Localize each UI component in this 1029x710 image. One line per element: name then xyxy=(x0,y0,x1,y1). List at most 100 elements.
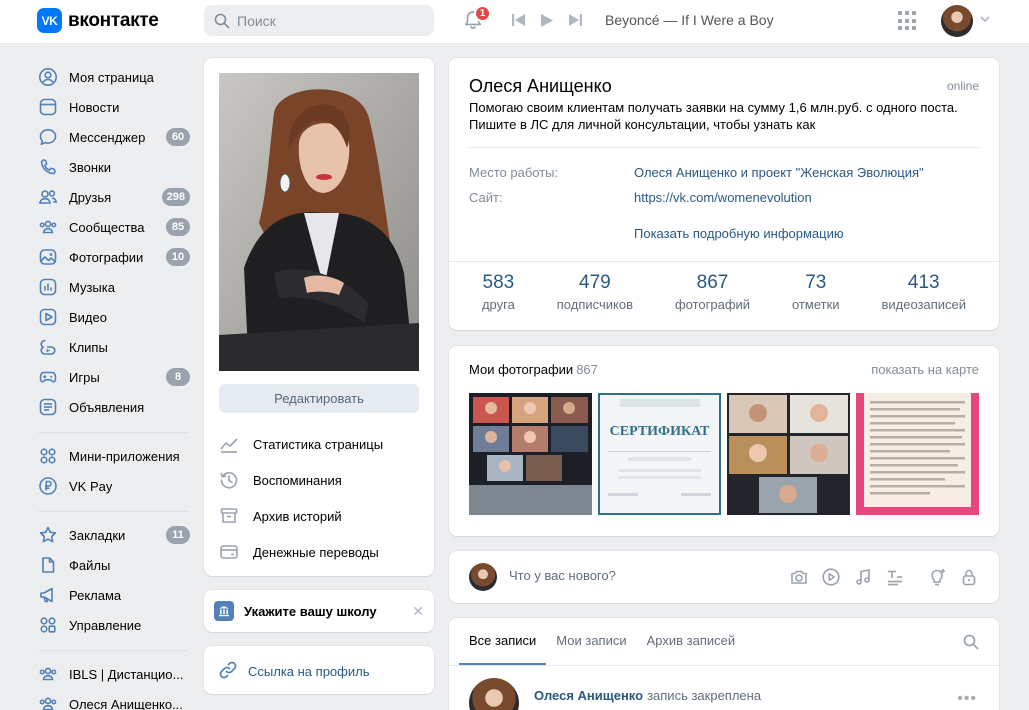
nav-item-games[interactable]: Игры 8 xyxy=(38,362,198,392)
attach-article-button[interactable] xyxy=(885,567,905,587)
chevron-down-icon[interactable] xyxy=(980,16,990,23)
site-link[interactable]: https://vk.com/womenevolution xyxy=(634,190,812,205)
photo-thumbnail[interactable] xyxy=(856,393,979,515)
nav-label: Звонки xyxy=(69,159,111,175)
more-options-icon[interactable]: ••• xyxy=(957,690,977,708)
nav-item-group-olesya[interactable]: Олеся Анищенко... xyxy=(38,689,198,710)
group-icon xyxy=(38,694,58,710)
attach-video-button[interactable] xyxy=(821,567,841,587)
photos-header[interactable]: Мои фотографии 867 xyxy=(469,362,598,377)
memories-link[interactable]: Воспоминания xyxy=(219,462,419,498)
tab-all-posts[interactable]: Все записи xyxy=(459,618,547,665)
money-transfers-link[interactable]: Денежные переводы xyxy=(219,534,419,570)
nav-label: Объявления xyxy=(69,399,145,415)
nav-item-my-page[interactable]: Моя страница xyxy=(38,62,198,92)
side-link-label: Воспоминания xyxy=(253,472,342,488)
profile-link-card[interactable]: Ссылка на профиль xyxy=(204,646,434,694)
top-header: VK вконтакте 1 Beyoncé — If I Were a Boy xyxy=(0,0,1029,44)
search-icon[interactable] xyxy=(963,634,979,650)
vk-logo[interactable]: VK вконтакте xyxy=(37,8,159,33)
header-avatar[interactable] xyxy=(941,5,973,37)
work-link[interactable]: Олеся Анищенко и проект "Женская Эволюци… xyxy=(634,165,924,180)
play-button[interactable] xyxy=(540,12,554,28)
nav-item-ads[interactable]: Реклама xyxy=(38,580,198,610)
tab-my-posts[interactable]: Мои записи xyxy=(546,618,636,665)
mood-button[interactable] xyxy=(927,567,947,587)
current-track-title[interactable]: Beyoncé — If I Were a Boy xyxy=(605,12,774,28)
search-input[interactable] xyxy=(237,12,427,29)
stories-archive-link[interactable]: Архив историй xyxy=(219,498,419,534)
counter-friends[interactable]: 583 друга xyxy=(482,272,515,312)
post-author-avatar[interactable] xyxy=(469,678,519,710)
nav-divider xyxy=(38,511,188,512)
nav-item-music[interactable]: Музыка xyxy=(38,272,198,302)
counters-divider xyxy=(449,261,999,262)
gamepad-icon xyxy=(38,367,58,387)
nav-item-photos[interactable]: Фотографии 10 xyxy=(38,242,198,272)
lightbulb-plus-icon xyxy=(931,569,945,586)
vk-logo-text: вконтакте xyxy=(68,9,159,31)
profile-side-links: Статистика страницы Воспоминания Архив и… xyxy=(219,426,419,570)
nav-label: Моя страница xyxy=(69,69,154,85)
counter-followers[interactable]: 479 подписчиков xyxy=(557,272,633,312)
photo-thumbnail[interactable] xyxy=(469,393,592,515)
nav-label: Реклама xyxy=(69,587,122,603)
newspaper-icon xyxy=(38,97,58,117)
counter-videos[interactable]: 413 видеозаписей xyxy=(881,272,966,312)
nav-item-calls[interactable]: Звонки xyxy=(38,152,198,182)
nav-item-management[interactable]: Управление xyxy=(38,610,198,640)
certificate-photo-thumbnail[interactable]: СЕРТИФИКАТ xyxy=(598,393,721,515)
games-count-badge: 8 xyxy=(166,368,190,386)
page-stats-link[interactable]: Статистика страницы xyxy=(219,426,419,462)
notifications-button[interactable]: 1 xyxy=(462,5,491,33)
counter-photos[interactable]: 867 фотографий xyxy=(675,272,750,312)
edit-profile-button[interactable]: Редактировать xyxy=(219,384,419,413)
attach-photo-button[interactable] xyxy=(789,567,809,587)
camera-icon xyxy=(791,570,807,584)
site-row: Сайт: https://vk.com/womenevolution xyxy=(469,190,812,205)
new-post-input[interactable] xyxy=(509,568,709,583)
audio-player xyxy=(512,12,596,28)
add-school-card[interactable]: Укажите вашу школу ✕ xyxy=(204,590,434,632)
apps-grid-icon[interactable] xyxy=(898,11,918,31)
counter-label: отметки xyxy=(791,297,840,312)
nav-item-friends[interactable]: Друзья 298 xyxy=(38,182,198,212)
nav-item-clips[interactable]: Клипы xyxy=(38,332,198,362)
counter-tags[interactable]: 73 отметки xyxy=(792,272,840,312)
link-icon xyxy=(219,661,237,679)
composer-avatar xyxy=(469,563,497,591)
next-track-button[interactable] xyxy=(568,12,582,28)
profile-photo[interactable] xyxy=(219,73,419,371)
group-icon xyxy=(38,664,58,684)
photo-thumbnail[interactable] xyxy=(727,393,850,515)
nav-item-mini-apps[interactable]: Мини-приложения xyxy=(38,441,198,471)
nav-item-messenger[interactable]: Мессенджер 60 xyxy=(38,122,198,152)
nav-label: VK Pay xyxy=(69,478,113,494)
nav-item-news[interactable]: Новости xyxy=(38,92,198,122)
tab-posts-archive[interactable]: Архив записей xyxy=(637,618,746,665)
search-box[interactable] xyxy=(204,5,434,36)
profile-status-text[interactable]: Помогаю своим клиентам получать заявки н… xyxy=(469,99,969,133)
nav-item-group-ibls[interactable]: IBLS | Дистанцио... xyxy=(38,659,198,689)
show-on-map-link[interactable]: показать на карте xyxy=(871,362,979,377)
nav-item-vk-pay[interactable]: VK Pay xyxy=(38,471,198,501)
nav-item-video[interactable]: Видео xyxy=(38,302,198,332)
nav-item-bookmarks[interactable]: Закладки 11 xyxy=(38,520,198,550)
profile-link-label: Ссылка на профиль xyxy=(248,664,370,679)
previous-track-button[interactable] xyxy=(512,12,526,28)
nav-item-files[interactable]: Файлы xyxy=(38,550,198,580)
attach-music-button[interactable] xyxy=(853,567,873,587)
close-icon[interactable]: ✕ xyxy=(412,603,424,620)
previous-icon xyxy=(512,14,525,26)
show-more-info-link[interactable]: Показать подробную информацию xyxy=(634,226,844,241)
lock-icon xyxy=(962,569,976,586)
nav-label: Фотографии xyxy=(69,249,144,265)
nav-item-communities[interactable]: Сообщества 85 xyxy=(38,212,198,242)
privacy-button[interactable] xyxy=(959,567,979,587)
chat-bubble-icon xyxy=(38,127,58,147)
wall-divider xyxy=(449,665,999,666)
nav-item-classifieds[interactable]: Объявления xyxy=(38,392,198,422)
counter-label: подписчиков xyxy=(556,297,633,312)
add-school-label: Укажите вашу школу xyxy=(244,604,377,619)
post-author-name[interactable]: Олеся Анищенко xyxy=(534,688,643,703)
